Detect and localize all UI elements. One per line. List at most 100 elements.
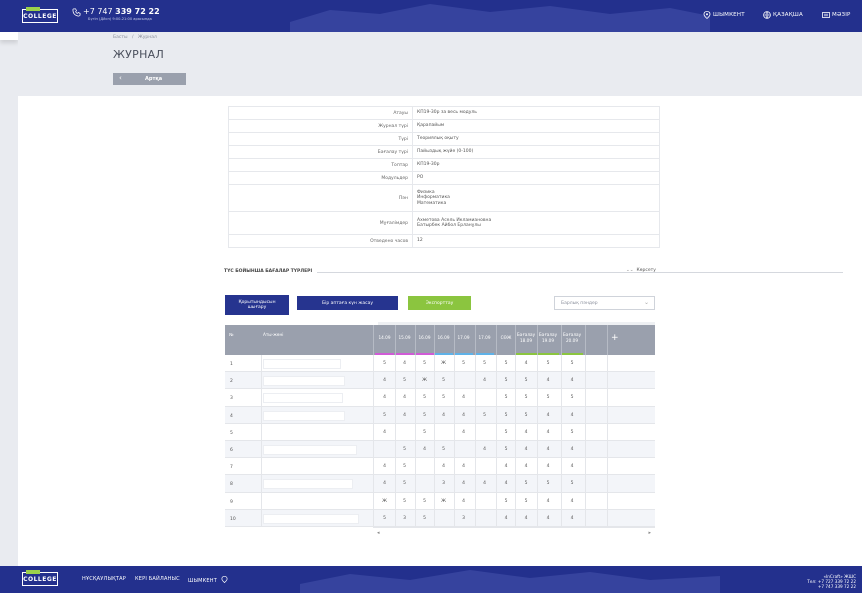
grade-cell[interactable]: 5 [395,447,414,452]
grade-cell[interactable]: 4 [515,430,537,435]
grade-cell[interactable]: 5 [375,516,394,521]
grade-cell[interactable]: 4 [561,499,583,504]
grade-cell[interactable]: 4 [395,361,414,366]
grade-cell[interactable]: 5 [496,499,516,504]
college-logo[interactable]: COLLEGE [22,7,58,23]
grade-cell[interactable]: 4 [561,447,583,452]
grade-cell[interactable]: 3 [434,481,453,486]
col-assessment-date[interactable]: 18.09 [515,338,537,344]
grade-cell[interactable]: 4 [515,361,537,366]
col-assessment-date[interactable]: 19.09 [537,338,559,344]
weekly-button[interactable]: Бір аптаға күн жасау [297,296,398,310]
grade-cell[interactable]: 4 [537,430,559,435]
grade-cell[interactable]: 4 [496,464,516,469]
grade-cell[interactable]: 4 [454,481,473,486]
grade-cell[interactable]: 5 [475,361,494,366]
col-assessment-date[interactable]: 20.09 [561,338,583,344]
grade-cell[interactable]: 4 [395,395,414,400]
grade-cell[interactable]: 5 [561,395,583,400]
grade-cell[interactable]: 5 [496,395,516,400]
grade-cell[interactable]: Ж [434,361,453,366]
grade-cell[interactable]: 5 [515,481,537,486]
col-date[interactable]: 14.09 [375,335,394,341]
footer-link-guides[interactable]: НҰСҚАУЛЫҚТАР [82,576,126,582]
grade-cell[interactable]: 4 [434,413,453,418]
grade-cell[interactable]: 5 [561,481,583,486]
grade-cell[interactable]: 4 [454,464,473,469]
grade-cell[interactable]: 5 [415,395,434,400]
add-column-button[interactable]: + [611,333,619,343]
grade-cell[interactable]: 5 [415,516,434,521]
grade-cell[interactable]: 4 [537,413,559,418]
grade-cell[interactable]: 5 [515,378,537,383]
grade-cell[interactable]: Ж [375,499,394,504]
grade-cell[interactable]: 5 [415,413,434,418]
grade-cell[interactable]: 4 [375,395,394,400]
show-toggle[interactable]: ⌄⌄ Көрсету [626,268,656,273]
col-date[interactable]: 17.09 [475,335,494,341]
horizontal-scrollbar[interactable]: ◂ ▸ [373,527,655,537]
grade-cell[interactable]: 4 [375,464,394,469]
grade-cell[interactable]: 4 [434,464,453,469]
grade-cell[interactable]: 4 [415,447,434,452]
grade-cell[interactable]: 4 [454,430,473,435]
col-date[interactable]: 15.09 [395,335,414,341]
grade-cell[interactable]: 5 [434,447,453,452]
grade-cell[interactable]: 4 [515,447,537,452]
student-name[interactable] [263,410,345,421]
grade-cell[interactable]: 5 [415,361,434,366]
grade-cell[interactable]: 3 [454,516,473,521]
grade-cell[interactable]: 4 [375,481,394,486]
grade-cell[interactable]: 5 [375,413,394,418]
col-date[interactable]: 16.09 [434,335,453,341]
grade-cell[interactable]: 4 [475,481,494,486]
grade-cell[interactable]: 4 [496,516,516,521]
grade-cell[interactable]: 4 [496,481,516,486]
col-srs[interactable]: СӨЖ [496,335,516,341]
scroll-right-icon[interactable]: ▸ [648,530,651,536]
summary-button[interactable]: Қорытындысын шығару [225,295,289,315]
subject-select[interactable]: Барлық пәндер ⌄ [554,296,655,310]
grade-cell[interactable]: 4 [454,499,473,504]
footer-logo[interactable]: COLLEGE [22,570,58,586]
grade-cell[interactable]: 4 [515,516,537,521]
grade-cell[interactable]: 5 [537,361,559,366]
grade-cell[interactable]: 4 [475,447,494,452]
grade-cell[interactable]: 4 [515,464,537,469]
grade-cell[interactable]: 4 [537,499,559,504]
grade-cell[interactable]: 5 [434,378,453,383]
grade-cell[interactable]: 4 [561,413,583,418]
col-date[interactable]: 17.09 [454,335,473,341]
grade-cell[interactable]: 5 [415,499,434,504]
grade-cell[interactable]: 5 [561,430,583,435]
grade-cell[interactable]: 4 [454,395,473,400]
grade-cell[interactable]: 5 [415,430,434,435]
breadcrumb-home[interactable]: Басты [113,35,128,40]
grade-cell[interactable]: 5 [375,361,394,366]
grade-cell[interactable]: 4 [475,378,494,383]
student-name[interactable] [263,359,341,369]
grade-cell[interactable]: 4 [375,430,394,435]
grade-cell[interactable]: 5 [496,413,516,418]
footer-link-city[interactable]: ШЫМКЕНТ [188,576,228,584]
grade-cell[interactable]: 5 [537,481,559,486]
grade-cell[interactable]: 5 [496,430,516,435]
col-date[interactable]: 16.09 [415,335,434,341]
grade-cell[interactable]: 5 [515,499,537,504]
grade-cell[interactable]: 5 [395,378,414,383]
student-name[interactable] [263,393,343,404]
footer-link-feedback[interactable]: КЕРІ БАЙЛАНЫС [135,576,180,582]
export-button[interactable]: Экспорттау [408,296,471,310]
grade-cell[interactable]: 5 [515,413,537,418]
grade-cell[interactable]: 4 [537,447,559,452]
student-name[interactable] [263,376,345,387]
grade-cell[interactable]: 4 [395,413,414,418]
grade-cell[interactable]: 5 [515,395,537,400]
back-button[interactable]: ‹ Артқа [113,73,186,85]
grade-cell[interactable]: 5 [434,395,453,400]
grade-cell[interactable]: 4 [454,413,473,418]
grade-cell[interactable]: 5 [561,361,583,366]
grade-cell[interactable]: 5 [395,464,414,469]
grade-cell[interactable]: 4 [537,516,559,521]
grade-cell[interactable]: 5 [454,361,473,366]
